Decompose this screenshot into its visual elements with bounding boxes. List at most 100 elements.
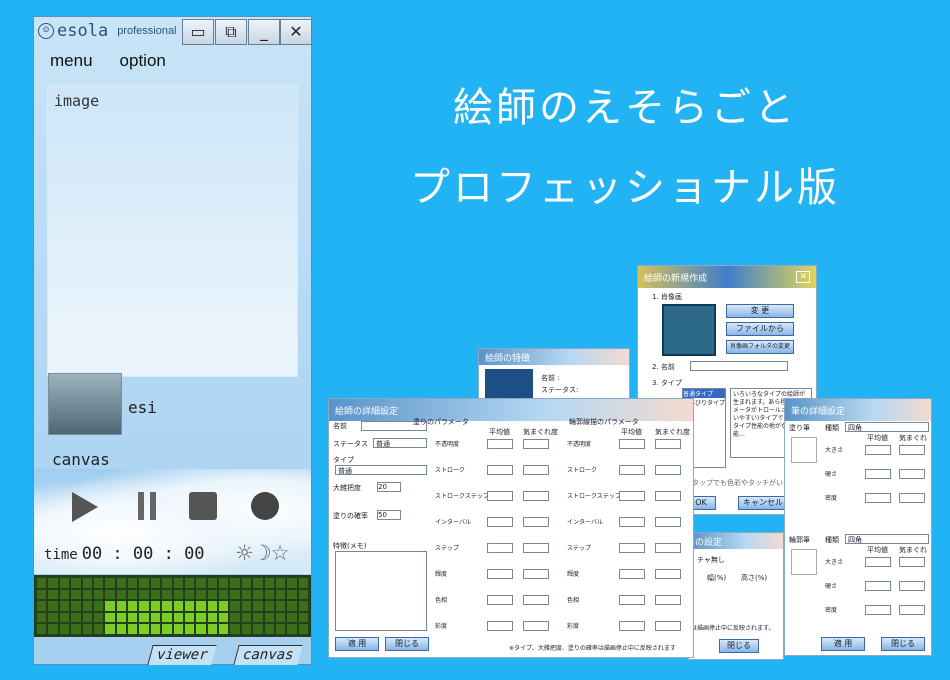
type-select[interactable]: 普通 <box>335 465 427 475</box>
brush-apply-button[interactable]: 適 用 <box>821 637 865 651</box>
param-var-field[interactable] <box>655 621 681 631</box>
param-var-field[interactable] <box>523 543 549 553</box>
param-avg-field[interactable] <box>865 445 891 455</box>
param-var-field[interactable] <box>523 621 549 631</box>
param-avg-field[interactable] <box>487 543 513 553</box>
kind-select[interactable]: 四角 <box>845 422 929 432</box>
param-var-field[interactable] <box>655 465 681 475</box>
param-avg-field[interactable] <box>619 595 645 605</box>
meter-cell <box>71 589 81 600</box>
menu-item-menu[interactable]: menu <box>50 51 93 71</box>
param-var-field[interactable] <box>523 439 549 449</box>
param-var-field[interactable] <box>523 465 549 475</box>
param-var-field[interactable] <box>899 445 925 455</box>
time-value: 00 : 00 : 00 <box>81 544 205 564</box>
param-avg-field[interactable] <box>487 595 513 605</box>
meter-cell <box>275 601 286 611</box>
param-avg-field[interactable] <box>865 557 891 567</box>
kind-select[interactable]: 四角 <box>845 534 929 544</box>
meter-cell <box>128 578 138 588</box>
status-select[interactable]: 普通 <box>373 438 427 448</box>
menu-item-option[interactable]: option <box>120 51 166 71</box>
esi-portrait[interactable] <box>48 373 122 435</box>
close-icon[interactable]: ✕ <box>796 271 810 283</box>
paint-prob-field[interactable]: 50 <box>377 510 401 520</box>
param-var-field[interactable] <box>899 493 925 503</box>
brush-settings-window: 筆の詳細設定 塗り筆 種類 四角 輪郭筆 種類 四角 平均値気まぐれ度大きさ硬さ… <box>784 398 932 656</box>
stop-button[interactable] <box>189 492 217 520</box>
from-file-button[interactable]: ファイルから <box>726 322 794 336</box>
misc-close-button[interactable]: 閉じる <box>719 639 759 653</box>
meter-cell <box>105 624 115 634</box>
type-item[interactable]: 普通タイプ <box>683 389 725 398</box>
folder-change-button[interactable]: 肖像画フォルダの変更 <box>726 340 794 354</box>
meter-cell <box>241 601 252 611</box>
param-avg-field[interactable] <box>487 569 513 579</box>
param-var-field[interactable] <box>523 595 549 605</box>
param-avg-field[interactable] <box>487 439 513 449</box>
param-avg-field[interactable] <box>487 491 513 501</box>
restore-button[interactable]: ▭ <box>182 19 214 45</box>
meter-cell <box>264 612 274 623</box>
param-var-field[interactable] <box>899 605 925 615</box>
param-avg-field[interactable] <box>865 469 891 479</box>
brush-close-button[interactable]: 閉じる <box>881 637 925 651</box>
param-var-field[interactable] <box>655 543 681 553</box>
param-var-field[interactable] <box>655 569 681 579</box>
change-button[interactable]: 変 更 <box>726 304 794 318</box>
param-var-field[interactable] <box>523 491 549 501</box>
pause-button[interactable] <box>132 492 162 522</box>
param-var-field[interactable] <box>655 517 681 527</box>
meter-cell <box>37 601 47 611</box>
detail-apply-button[interactable]: 適 用 <box>335 637 379 651</box>
name-field[interactable] <box>690 361 788 371</box>
param-avg-field[interactable] <box>619 465 645 475</box>
param-label: 彩度 <box>435 623 448 630</box>
param-label: ストロークステップ <box>435 493 489 500</box>
param-avg-field[interactable] <box>619 543 645 553</box>
param-avg-field[interactable] <box>619 439 645 449</box>
close-button[interactable]: ✕ <box>280 19 312 45</box>
param-var-field[interactable] <box>523 569 549 579</box>
record-button[interactable] <box>251 492 279 520</box>
param-var-field[interactable] <box>655 439 681 449</box>
param-var-field[interactable] <box>655 595 681 605</box>
param-var-field[interactable] <box>655 491 681 501</box>
brush1-label: 塗り筆 <box>789 424 810 432</box>
tab-canvas[interactable]: canvas <box>233 645 303 665</box>
param-avg-field[interactable] <box>619 569 645 579</box>
tab-viewer[interactable]: viewer <box>147 645 217 665</box>
param-avg-field[interactable] <box>865 581 891 591</box>
line-params: 平均値 気まぐれ度 不透明度 ストローク ストロークステップ インターバル ステップ 輝度 色相… <box>565 427 691 639</box>
meter-cell <box>298 624 308 634</box>
param-var-field[interactable] <box>523 517 549 527</box>
param-avg-field[interactable] <box>487 517 513 527</box>
param-avg-field[interactable] <box>487 465 513 475</box>
param-avg-field[interactable] <box>865 493 891 503</box>
detail-close-button[interactable]: 閉じる <box>385 637 429 651</box>
meter-cell <box>48 601 58 611</box>
minimize-button[interactable]: _ <box>248 19 280 45</box>
param-avg-field[interactable] <box>865 605 891 615</box>
param-var-field[interactable] <box>899 581 925 591</box>
param-var-field[interactable] <box>899 469 925 479</box>
meter-cell <box>219 589 229 600</box>
mode-icons[interactable]: ☼☽☆ <box>235 541 289 565</box>
detail-note: ※タイプ、大雑把度、塗りの確率は描画停止中に反映されます <box>509 645 676 652</box>
brush-title: 筆の詳細設定 <box>791 407 846 417</box>
play-button[interactable] <box>72 492 98 522</box>
param-var-field[interactable] <box>899 557 925 567</box>
meter-cell <box>105 601 115 611</box>
param-avg-field[interactable] <box>619 517 645 527</box>
roughness-field[interactable]: 20 <box>377 482 401 492</box>
param-avg-field[interactable] <box>487 621 513 631</box>
copy-button[interactable]: ⧉ <box>215 19 247 45</box>
cancel-button[interactable]: キャンセル <box>738 496 788 510</box>
meter-cell <box>207 589 217 600</box>
time-label: time <box>44 547 78 563</box>
image-panel[interactable]: image <box>47 85 298 377</box>
param-avg-field[interactable] <box>619 621 645 631</box>
memo-field[interactable] <box>335 551 427 631</box>
meter-cell <box>275 624 286 634</box>
param-avg-field[interactable] <box>619 491 645 501</box>
